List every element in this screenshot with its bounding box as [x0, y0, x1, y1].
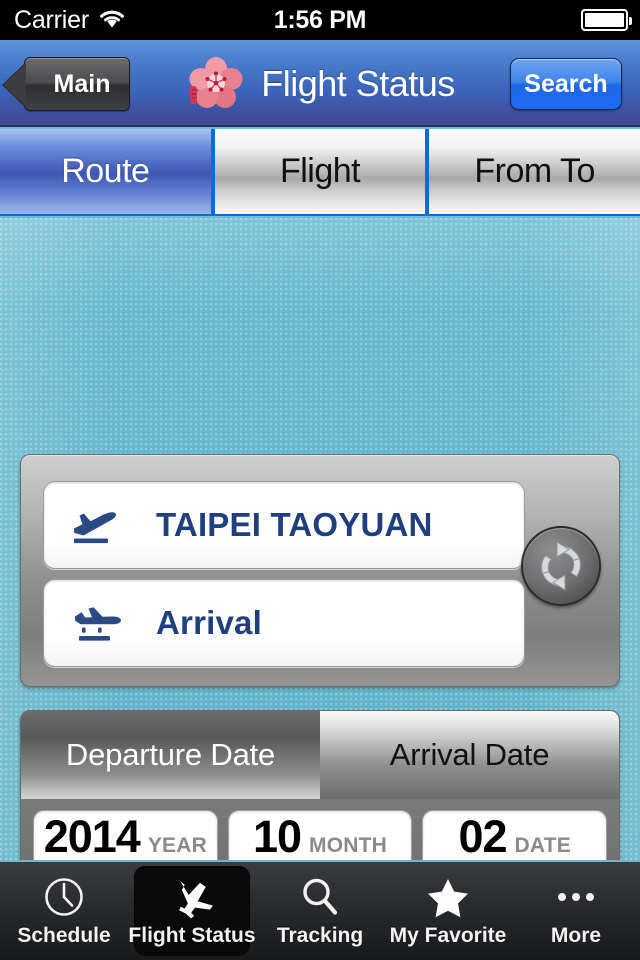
arrival-airport-field[interactable]: Arrival: [43, 579, 525, 667]
month-value: 10: [252, 811, 302, 862]
content-area: TAIPEI TAOYUAN Arrival Departure Date Ar…: [0, 218, 640, 886]
tab-route-label: Route: [61, 152, 150, 190]
ellipsis-icon: [553, 874, 599, 920]
tab-arrival-date[interactable]: Arrival Date: [320, 711, 619, 799]
tab-departure-date[interactable]: Departure Date: [21, 711, 320, 799]
tab-bar-item-flight-status[interactable]: Flight Status: [128, 862, 256, 960]
tab-from-to-label: From To: [474, 152, 595, 190]
tab-bar-item-schedule[interactable]: Schedule: [0, 862, 128, 960]
tab-bar: Schedule Flight Status Tracking My Favor…: [0, 860, 640, 960]
tab-from-to[interactable]: From To: [425, 129, 640, 214]
clock-time: 1:56 PM: [273, 5, 367, 34]
month-unit-label: MONTH: [309, 834, 388, 857]
navigation-bar: Main Flight Status Search: [0, 40, 640, 127]
tab-bar-label-more: More: [550, 924, 602, 947]
tab-bar-item-more[interactable]: More: [512, 862, 640, 960]
battery-full-icon: [581, 9, 632, 31]
clock-icon: [41, 874, 87, 920]
tab-route[interactable]: Route: [0, 129, 211, 214]
year-unit-label: YEAR: [147, 834, 207, 857]
swap-refresh-icon[interactable]: [521, 526, 601, 606]
search-button[interactable]: Search: [510, 58, 622, 110]
day-unit-label: DATE: [514, 834, 571, 857]
search-button-label: Search: [524, 69, 608, 98]
year-value: 2014: [43, 811, 141, 862]
arrival-airport-value: Arrival: [156, 604, 262, 641]
magnifier-icon: [297, 874, 343, 920]
departure-airport-field[interactable]: TAIPEI TAOYUAN: [43, 481, 525, 569]
plane-landing-icon: [68, 600, 126, 646]
star-icon: [425, 874, 471, 920]
plane-takeoff-icon: [68, 502, 126, 548]
tab-bar-item-tracking[interactable]: Tracking: [256, 862, 384, 960]
route-panel: TAIPEI TAOYUAN Arrival: [20, 454, 620, 687]
status-bar: Carrier 1:56 PM: [0, 0, 640, 40]
status-bar-right: [581, 9, 632, 31]
day-value: 02: [458, 811, 507, 862]
tab-departure-date-label: Departure Date: [65, 737, 276, 772]
segmented-control: Route Flight From To: [0, 129, 640, 216]
date-type-tabs: Departure Date Arrival Date: [21, 711, 619, 799]
departure-airport-value: TAIPEI TAOYUAN: [156, 506, 433, 543]
tab-bar-label-schedule: Schedule: [17, 924, 111, 947]
tab-bar-item-my-favorite[interactable]: My Favorite: [384, 862, 512, 960]
page-title: Flight Status: [261, 62, 455, 104]
tab-flight-label: Flight: [279, 152, 361, 190]
airplane-icon: [169, 874, 215, 920]
tab-bar-label-flight-status: Flight Status: [128, 924, 256, 947]
tab-bar-label-my-favorite: My Favorite: [389, 924, 507, 947]
tab-bar-label-tracking: Tracking: [276, 924, 364, 947]
plum-blossom-logo: [185, 56, 247, 112]
tab-arrival-date-label: Arrival Date: [389, 737, 550, 772]
tab-flight[interactable]: Flight: [210, 129, 426, 214]
